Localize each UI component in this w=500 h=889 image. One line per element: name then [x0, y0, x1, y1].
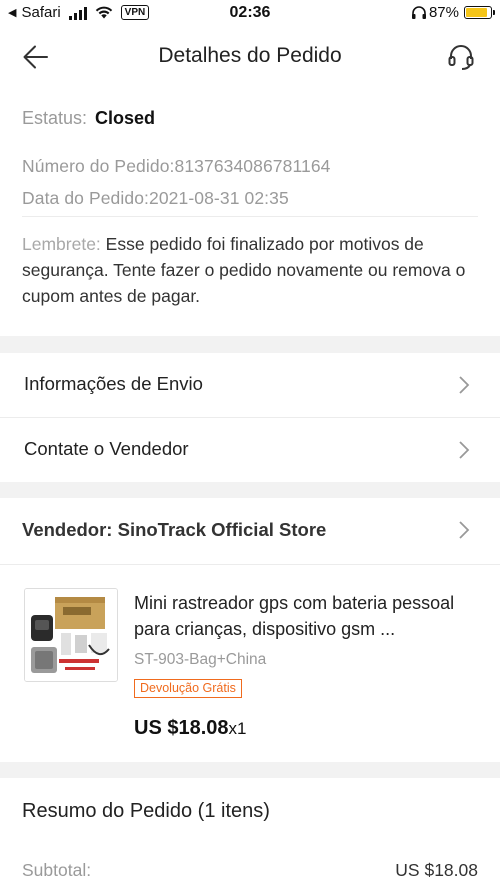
divider — [0, 564, 500, 565]
product-title[interactable]: Mini rastreador gps com bateria pessoal … — [134, 590, 484, 642]
headphones-icon — [411, 5, 426, 19]
product-price: US $18.08 — [134, 717, 229, 739]
back-button[interactable] — [18, 40, 58, 74]
chevron-right-icon — [459, 376, 470, 394]
headset-icon — [448, 45, 474, 70]
order-status-row: Estatus: Closed — [22, 108, 155, 129]
order-number[interactable]: Número do Pedido:8137634086781164 — [22, 156, 331, 177]
order-status-section: Estatus: Closed Número do Pedido:81376340… — [0, 86, 500, 336]
order-summary-section: Resumo do Pedido (1 itens) Subtotal: US … — [0, 778, 500, 889]
subtotal-value: US $18.08 — [395, 860, 478, 880]
contact-seller-label: Contate o Vendedor — [24, 438, 189, 459]
status-bar-right: 87% — [411, 4, 495, 21]
free-return-badge: Devolução Grátis — [134, 679, 242, 698]
contact-seller-row[interactable]: Contate o Vendedor — [0, 418, 500, 482]
arrow-left-icon — [23, 45, 48, 69]
subtotal-label: Subtotal: — [22, 860, 92, 880]
product-price-line: US $18.08x1 — [134, 717, 246, 740]
product-sku: ST-903-Bag+China — [134, 651, 267, 668]
summary-title: Resumo do Pedido (1 itens) — [22, 800, 270, 822]
seller-row[interactable]: Vendedor: SinoTrack Official Store — [0, 498, 500, 564]
page-title: Detalhes do Pedido — [158, 44, 342, 67]
divider — [22, 216, 478, 217]
status-value: Closed — [95, 108, 156, 128]
seller-product-section: Vendedor: SinoTrack Official Store Mini … — [0, 498, 500, 762]
battery-fill — [466, 8, 487, 17]
battery-icon — [464, 6, 495, 19]
product-image — [25, 589, 117, 681]
order-reminder: Lembrete: Esse pedido foi finalizado por… — [22, 231, 482, 309]
page-header: Detalhes do Pedido — [0, 28, 500, 86]
product-quantity: x1 — [228, 719, 247, 738]
battery-percent: 87% — [428, 4, 459, 21]
order-date: Data do Pedido:2021-08-31 02:35 — [22, 188, 289, 208]
shipping-info-label: Informações de Envio — [24, 373, 203, 394]
product-thumbnail[interactable] — [24, 588, 118, 682]
status-bar: ◀ Safari VPN 02:36 87% — [0, 0, 500, 28]
status-label: Estatus: — [22, 108, 88, 128]
chevron-right-icon — [459, 521, 470, 539]
seller-name: Vendedor: SinoTrack Official Store — [22, 519, 327, 540]
shipping-info-row[interactable]: Informações de Envio — [0, 353, 500, 417]
chevron-right-icon — [459, 441, 470, 459]
reminder-label: Lembrete: — [22, 234, 101, 254]
customer-service-button[interactable] — [440, 40, 480, 74]
